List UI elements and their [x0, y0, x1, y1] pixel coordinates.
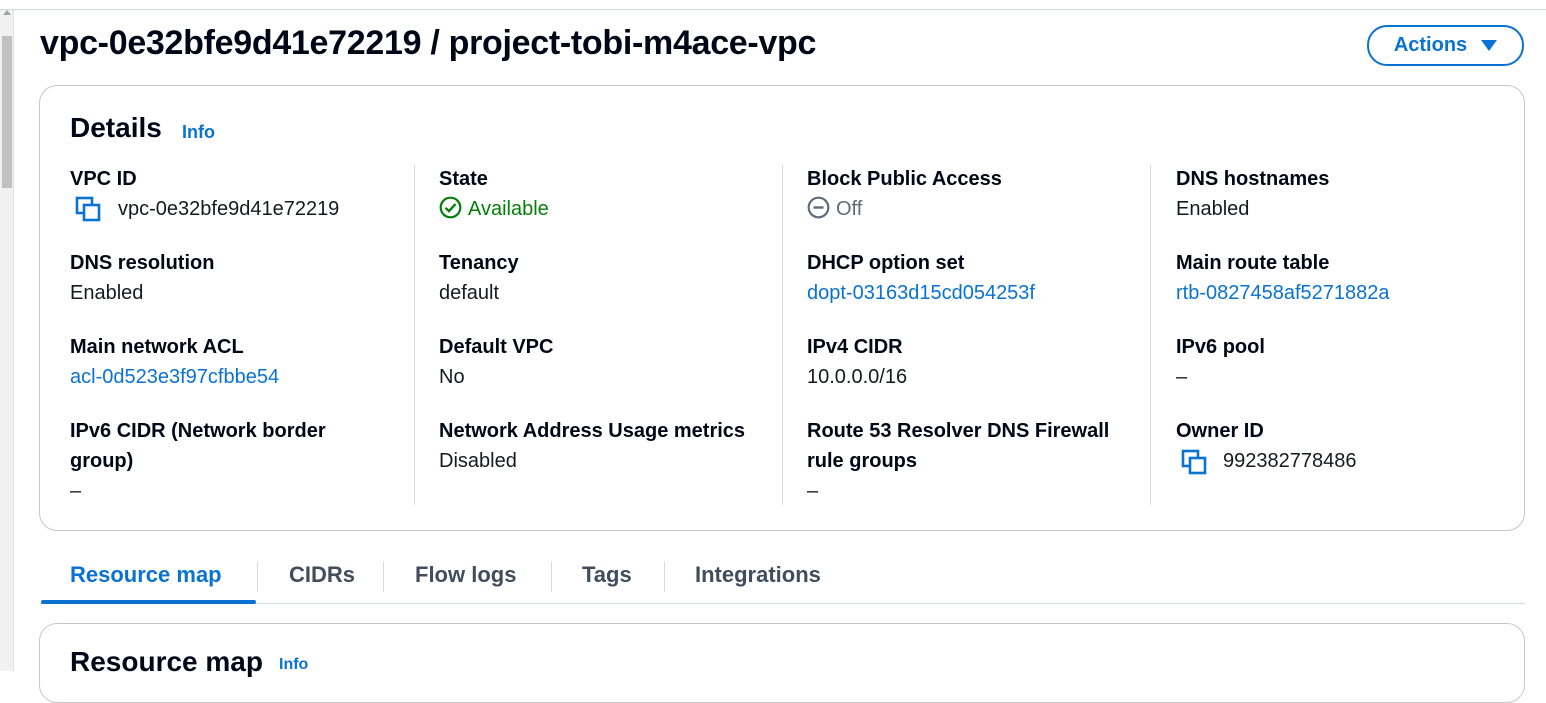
vpc-id-value: vpc-0e32bfe9d41e72219: [118, 198, 340, 220]
dns-resolution-label: DNS resolution: [70, 252, 215, 274]
ipv4-cidr-value: 10.0.0.0/16: [807, 366, 908, 388]
block-public-access-text: Off: [836, 198, 863, 220]
ipv6-cidr-value: –: [70, 480, 82, 502]
state-value-text: Available: [468, 198, 549, 220]
tab-tags[interactable]: Tags: [582, 562, 632, 588]
owner-id-value: 992382778486: [1223, 450, 1357, 472]
network-address-usage-value: Disabled: [439, 450, 517, 472]
main-route-table-link[interactable]: rtb-0827458af5271882a: [1176, 278, 1390, 308]
ipv6-cidr-label-line2: group): [70, 450, 134, 472]
tab-integrations[interactable]: Integrations: [695, 562, 821, 588]
scrollbar-thumb[interactable]: [2, 36, 12, 188]
tab-separator: [383, 562, 384, 592]
ipv6-cidr-label-line1: IPv6 CIDR (Network border: [70, 420, 326, 442]
ipv4-cidr-label: IPv4 CIDR: [807, 336, 903, 358]
top-border: [0, 9, 1546, 10]
default-vpc-value: No: [439, 366, 465, 388]
tab-separator: [551, 562, 552, 592]
block-public-access-label: Block Public Access: [807, 168, 1002, 190]
tab-separator: [257, 562, 258, 592]
actions-button-label: Actions: [1393, 34, 1468, 56]
check-circle-icon: [439, 196, 462, 219]
page-scrollbar[interactable]: [0, 10, 14, 671]
main-network-acl-link[interactable]: acl-0d523e3f97cfbbe54: [70, 362, 279, 392]
route53-firewall-value: –: [807, 480, 819, 502]
tenancy-value: default: [439, 282, 500, 304]
block-public-access-value: Off: [807, 194, 862, 224]
tabs-baseline: [40, 603, 1525, 604]
details-heading: Details: [70, 112, 162, 143]
page-title: vpc-0e32bfe9d41e72219 / project-tobi-m4a…: [40, 24, 817, 62]
main-network-acl-label: Main network ACL: [70, 336, 244, 358]
column-divider: [414, 165, 415, 505]
dns-resolution-value: Enabled: [70, 282, 144, 304]
copy-icon[interactable]: [75, 196, 101, 222]
caret-down-icon: [1481, 40, 1498, 51]
default-vpc-label: Default VPC: [439, 336, 554, 358]
dhcp-option-set-link[interactable]: dopt-03163d15cd054253f: [807, 278, 1035, 308]
details-info-link[interactable]: Info: [182, 122, 215, 143]
resource-map-info-link[interactable]: Info: [279, 656, 308, 674]
minus-circle-icon: [807, 196, 830, 219]
column-divider: [1150, 165, 1151, 505]
ipv6-pool-label: IPv6 pool: [1176, 336, 1265, 358]
tab-resource-map[interactable]: Resource map: [70, 562, 222, 588]
dns-hostnames-value: Enabled: [1176, 198, 1250, 220]
tab-flow-logs[interactable]: Flow logs: [415, 562, 516, 588]
owner-id-label: Owner ID: [1176, 420, 1264, 442]
tab-cidrs[interactable]: CIDRs: [289, 562, 355, 588]
tab-separator: [664, 562, 665, 592]
resource-map-heading: Resource map: [70, 646, 263, 677]
copy-icon[interactable]: [1181, 449, 1207, 475]
state-label: State: [439, 168, 488, 190]
vpc-id-label: VPC ID: [70, 168, 137, 190]
column-divider: [782, 165, 783, 505]
route53-firewall-label-line1: Route 53 Resolver DNS Firewall: [807, 420, 1110, 442]
actions-dropdown-button[interactable]: Actions: [1367, 25, 1524, 66]
ipv6-pool-value: –: [1176, 366, 1188, 388]
main-route-table-label: Main route table: [1176, 252, 1330, 274]
tenancy-label: Tenancy: [439, 252, 519, 274]
route53-firewall-label-line2: rule groups: [807, 450, 918, 472]
active-tab-indicator: [41, 600, 256, 604]
dns-hostnames-label: DNS hostnames: [1176, 168, 1330, 190]
network-address-usage-label: Network Address Usage metrics: [439, 420, 746, 442]
dhcp-option-set-label: DHCP option set: [807, 252, 965, 274]
scroll-up-arrow-icon[interactable]: [3, 10, 11, 15]
state-value: Available: [439, 194, 549, 224]
